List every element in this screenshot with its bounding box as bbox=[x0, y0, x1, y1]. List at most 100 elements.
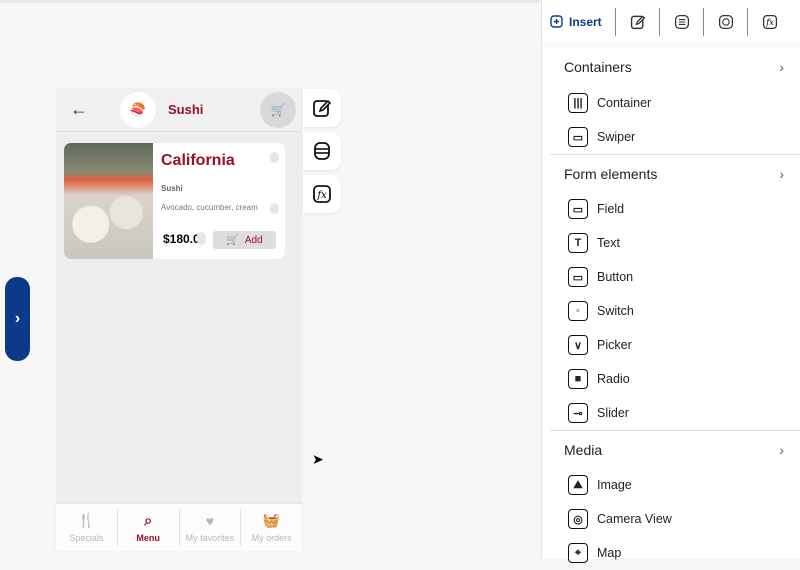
list-icon bbox=[674, 14, 689, 29]
sushi-logo-icon: 🍣 bbox=[120, 92, 156, 128]
product-category: Sushi bbox=[161, 184, 183, 193]
component-label: Image bbox=[597, 478, 632, 492]
component-label: Map bbox=[597, 546, 622, 560]
tab-my-favorites[interactable]: ♥ My favorites bbox=[178, 509, 241, 546]
svg-text:fx: fx bbox=[765, 18, 774, 27]
edit-icon bbox=[313, 99, 332, 117]
product-name: California bbox=[161, 152, 235, 169]
component-label: Picker bbox=[597, 338, 632, 352]
database-icon bbox=[314, 142, 330, 160]
component-map[interactable]: ⌖ Map bbox=[542, 536, 800, 570]
chevron-right-icon: › bbox=[779, 441, 784, 458]
component-button[interactable]: ▭ Button bbox=[542, 260, 800, 294]
tab-my-orders[interactable]: 🧺 My orders bbox=[240, 509, 302, 546]
tab-label: My favorites bbox=[185, 532, 235, 543]
field-icon: ▭ bbox=[568, 199, 588, 219]
placeholder-pill bbox=[270, 203, 279, 214]
component-label: Switch bbox=[597, 304, 634, 318]
add-to-cart-button[interactable]: 🛒 Add bbox=[213, 231, 276, 249]
picker-icon: ∨ bbox=[568, 335, 588, 355]
image-icon: ⛰ bbox=[568, 475, 588, 495]
basket-icon: 🧺 bbox=[262, 512, 281, 528]
cart-icon: 🛒 bbox=[270, 103, 286, 117]
page-title: Sushi bbox=[168, 102, 204, 117]
component-container[interactable]: ||| Container bbox=[542, 86, 800, 120]
edit-tab[interactable] bbox=[615, 7, 659, 36]
switch-icon: ◦ bbox=[568, 301, 588, 321]
app-header: ← 🍣 Sushi 🛒 bbox=[56, 88, 302, 132]
component-label: Camera View bbox=[597, 512, 672, 526]
component-camera-view[interactable]: ◎ Camera View bbox=[542, 502, 800, 536]
function-tab[interactable]: fx bbox=[747, 7, 791, 36]
top-border bbox=[0, 0, 540, 3]
insert-tab[interactable]: Insert bbox=[542, 15, 615, 29]
insert-label: Insert bbox=[569, 14, 602, 29]
svg-text:fx: fx bbox=[316, 190, 327, 201]
product-image bbox=[64, 143, 153, 259]
tab-specials[interactable]: 🍴 Specials bbox=[56, 509, 117, 546]
insert-panel: Insert fx Containers › ||| Container ▭ Swiper… bbox=[541, 0, 800, 563]
slider-icon: ⊸ bbox=[568, 403, 588, 423]
edit-button[interactable] bbox=[303, 89, 341, 127]
map-icon: ⌖ bbox=[568, 543, 588, 563]
bottom-tab-bar: 🍴 Specials ⌕ Menu ♥ My favorites 🧺 My orders bbox=[56, 504, 302, 551]
component-label: Slider bbox=[597, 406, 629, 420]
function-icon: fx bbox=[762, 14, 777, 29]
list-tab[interactable] bbox=[659, 7, 703, 36]
canvas-tools: fx bbox=[303, 89, 341, 218]
tab-label: Menu bbox=[136, 533, 160, 543]
back-arrow-icon[interactable]: ← bbox=[70, 99, 88, 120]
fork-knife-icon: 🍴 bbox=[77, 512, 96, 528]
function-button[interactable]: fx bbox=[303, 175, 341, 213]
section-title: Form elements bbox=[564, 165, 658, 182]
product-description: Avocado, cucumber, cream bbox=[161, 203, 258, 212]
add-label: Add bbox=[244, 234, 263, 246]
section-title: Media bbox=[564, 441, 603, 458]
component-label: Radio bbox=[597, 372, 630, 386]
chevron-right-icon: › bbox=[779, 165, 784, 182]
product-card[interactable]: California Sushi Avocado, cucumber, crea… bbox=[64, 143, 285, 259]
component-swiper[interactable]: ▭ Swiper bbox=[542, 120, 800, 154]
panel-toolbar: Insert fx bbox=[542, 0, 800, 43]
component-picker[interactable]: ∨ Picker bbox=[542, 328, 800, 362]
placeholder-pill bbox=[270, 152, 279, 163]
expand-sidebar-button[interactable]: › bbox=[5, 277, 30, 361]
component-label: Container bbox=[597, 96, 652, 110]
edit-icon bbox=[630, 14, 645, 29]
refresh-tab[interactable] bbox=[703, 7, 747, 36]
section-header-media[interactable]: Media › bbox=[550, 430, 800, 468]
component-label: Field bbox=[597, 202, 625, 216]
component-slider[interactable]: ⊸ Slider bbox=[542, 396, 800, 430]
tab-label: Specials bbox=[69, 533, 104, 543]
camera-view-icon: ◎ bbox=[568, 509, 588, 529]
heart-icon: ♥ bbox=[205, 512, 215, 529]
product-price: $180.00 bbox=[163, 232, 199, 246]
component-switch[interactable]: ◦ Switch bbox=[542, 294, 800, 328]
placeholder-pill bbox=[197, 232, 206, 245]
container-icon: ||| bbox=[568, 93, 588, 113]
database-button[interactable] bbox=[303, 132, 341, 170]
search-icon: ⌕ bbox=[144, 512, 153, 528]
mouse-cursor: ➤ bbox=[312, 451, 324, 467]
section-header-form-elements[interactable]: Form elements › bbox=[550, 154, 800, 192]
section-title: Containers bbox=[564, 59, 632, 75]
chevron-right-icon: › bbox=[779, 59, 784, 75]
cart-icon: 🛒 bbox=[226, 234, 239, 246]
component-label: Swiper bbox=[597, 130, 636, 144]
component-label: Button bbox=[597, 270, 634, 284]
component-radio[interactable]: ■ Radio bbox=[542, 362, 800, 396]
cart-button[interactable]: 🛒 bbox=[260, 92, 296, 128]
component-label: Text bbox=[597, 236, 620, 250]
component-text[interactable]: T Text bbox=[542, 226, 800, 260]
button-icon: ▭ bbox=[568, 267, 588, 287]
section-header-containers[interactable]: Containers › bbox=[550, 48, 800, 86]
phone-preview: ← 🍣 Sushi 🛒 California Sushi Avocado, cu… bbox=[56, 88, 302, 551]
plus-box-icon bbox=[550, 15, 563, 28]
tab-menu[interactable]: ⌕ Menu bbox=[116, 509, 179, 546]
component-field[interactable]: ▭ Field bbox=[542, 192, 800, 226]
refresh-icon bbox=[718, 14, 733, 29]
swiper-icon: ▭ bbox=[568, 127, 588, 147]
function-icon: fx bbox=[313, 185, 331, 203]
radio-icon: ■ bbox=[568, 369, 588, 389]
component-image[interactable]: ⛰ Image bbox=[542, 468, 800, 502]
